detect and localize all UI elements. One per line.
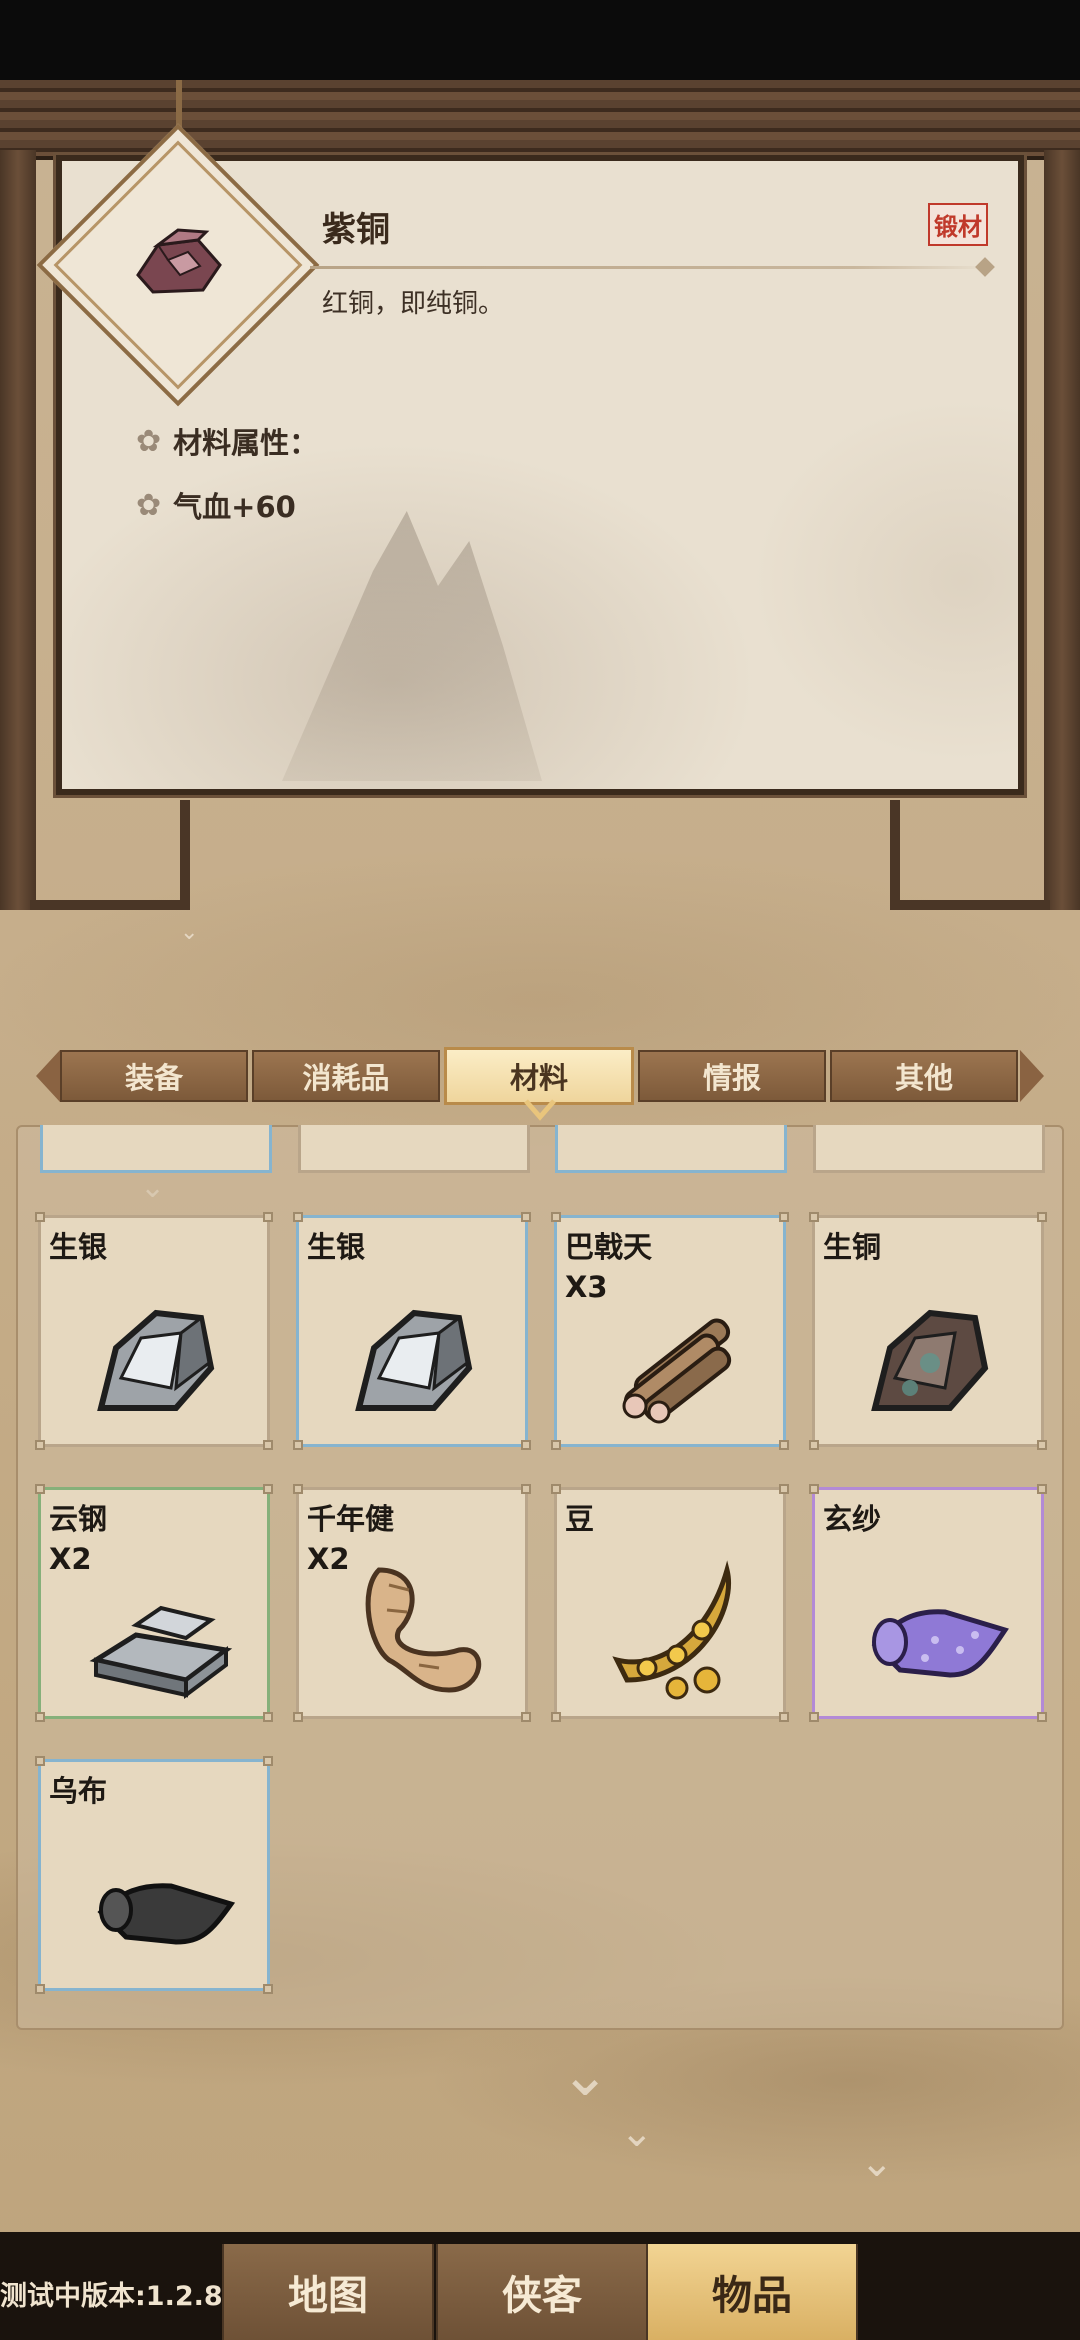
black-cloth-icon: [97, 1883, 236, 1945]
bird-decoration: ⌄: [560, 2040, 611, 2110]
steel-ingot-icon: [89, 1605, 233, 1699]
tab-bar-right-cap: [1020, 1050, 1044, 1102]
inventory-slot-partial[interactable]: [40, 1125, 272, 1173]
root-icon: [365, 1567, 482, 1693]
item-label: 生银: [307, 1230, 366, 1264]
nav-map-button[interactable]: 地图: [222, 2244, 434, 2340]
silver-ore-icon: [355, 1309, 473, 1411]
item-label: 千年健: [307, 1502, 395, 1536]
flower-icon: ✿: [136, 423, 162, 459]
bird-decoration: ⌄: [180, 920, 199, 945]
attribute-value-row: ✿ 气血+60: [136, 484, 296, 526]
game-screen: ⌄ ⌄ ⌄ ⌄ ⌄ 紫铜 锻材 红铜，即纯铜。 ✿ 材料属性： ✿ 气血+60 …: [0, 0, 1080, 2340]
inventory-slot[interactable]: 玄纱: [809, 1484, 1047, 1722]
mountain-painting: [282, 511, 542, 781]
item-label: 豆: [565, 1502, 595, 1536]
item-label: 玄纱: [823, 1502, 882, 1536]
item-label: 乌布: [49, 1774, 108, 1808]
inventory-slot[interactable]: 云钢 X2: [35, 1484, 273, 1722]
flower-icon: ✿: [136, 487, 162, 523]
tab-intel[interactable]: 情报: [638, 1050, 826, 1102]
inventory-slot[interactable]: 豆: [551, 1484, 789, 1722]
title-divider: [310, 266, 990, 269]
wooden-post-left: [0, 150, 36, 910]
inventory-slot-partial[interactable]: [813, 1125, 1045, 1173]
wooden-post-right: [1044, 150, 1080, 910]
attribute-title-row: ✿ 材料属性：: [136, 420, 318, 462]
tab-bar-left-cap: [36, 1050, 60, 1102]
lattice-right: [890, 800, 1050, 910]
attribute-title: 材料属性：: [173, 426, 319, 460]
inventory-slot[interactable]: 千年健 X2: [293, 1484, 531, 1722]
inventory-slot[interactable]: 乌布: [35, 1756, 273, 1994]
inventory-slot[interactable]: 巴戟天 X3: [551, 1212, 789, 1450]
copper-ore-icon: [871, 1309, 989, 1411]
wood-bundle-icon: [622, 1318, 732, 1424]
copper-ingot-icon: [136, 228, 222, 294]
status-bar: [0, 0, 1080, 80]
version-label: 测试中版本:1.2.8: [0, 2281, 223, 2312]
item-description: 红铜，即纯铜。: [322, 289, 505, 319]
silver-ore-icon: [97, 1309, 215, 1411]
attribute-value: 气血+60: [173, 490, 296, 524]
inventory-slot[interactable]: 生银: [35, 1212, 273, 1450]
lattice-left: [30, 800, 190, 910]
nav-items-button[interactable]: 物品: [646, 2244, 858, 2340]
purple-cloth-icon: [871, 1609, 1009, 1678]
inventory-slot[interactable]: 生铜: [809, 1212, 1047, 1450]
item-label: 生银: [49, 1230, 108, 1264]
item-label: 巴戟天: [565, 1230, 653, 1264]
item-label: 生铜: [823, 1230, 882, 1264]
tab-equipment[interactable]: 装备: [60, 1050, 248, 1102]
bird-decoration: ⌄: [620, 2110, 654, 2156]
bean-pod-icon: [612, 1560, 731, 1700]
inventory-slot-partial[interactable]: [555, 1125, 787, 1173]
inventory-slot[interactable]: 生银: [293, 1212, 531, 1450]
chevron-down-icon: [524, 1099, 556, 1121]
nav-heroes-button[interactable]: 侠客: [436, 2244, 648, 2340]
tab-other[interactable]: 其他: [830, 1050, 1018, 1102]
item-type-badge: 锻材: [928, 203, 988, 246]
inventory-slot-partial[interactable]: [298, 1125, 530, 1173]
item-name: 紫铜: [322, 210, 390, 250]
tab-consumables[interactable]: 消耗品: [252, 1050, 440, 1102]
item-label: 云钢: [49, 1502, 108, 1536]
bird-decoration: ⌄: [860, 2140, 894, 2186]
